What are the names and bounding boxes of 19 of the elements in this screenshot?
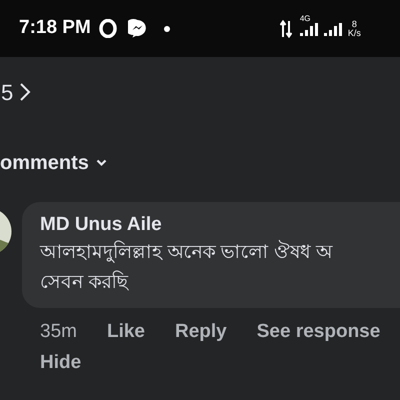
speed-value: 8 xyxy=(352,20,357,28)
reaction-count[interactable]: 5 xyxy=(1,76,14,108)
speed-unit: K/s xyxy=(348,28,361,38)
chat-bubble-icon xyxy=(128,19,147,38)
status-time: 7:18 PM xyxy=(19,16,91,40)
chevron-right-icon[interactable] xyxy=(19,82,32,102)
comment-text: আলহামদুলিল্লাহ অনেক ভালো ঔষধ অ সেবন করছি xyxy=(40,239,334,295)
ring-icon xyxy=(98,19,117,38)
hide-link[interactable]: Hide xyxy=(40,352,82,372)
comment-author[interactable]: MD Unus Aile xyxy=(40,212,400,238)
comment-action-link[interactable]: See response xyxy=(256,318,380,346)
network-type: 4G xyxy=(300,15,310,23)
comments-filter[interactable]: omments xyxy=(0,148,89,178)
comment-action-link[interactable]: Reply xyxy=(175,318,227,346)
comment-action-link[interactable]: Like xyxy=(106,318,145,346)
chevron-down-icon[interactable] xyxy=(96,159,107,167)
comment-time: 35m xyxy=(40,320,77,344)
data-arrows-icon xyxy=(280,20,292,38)
signal-icon xyxy=(300,23,344,36)
